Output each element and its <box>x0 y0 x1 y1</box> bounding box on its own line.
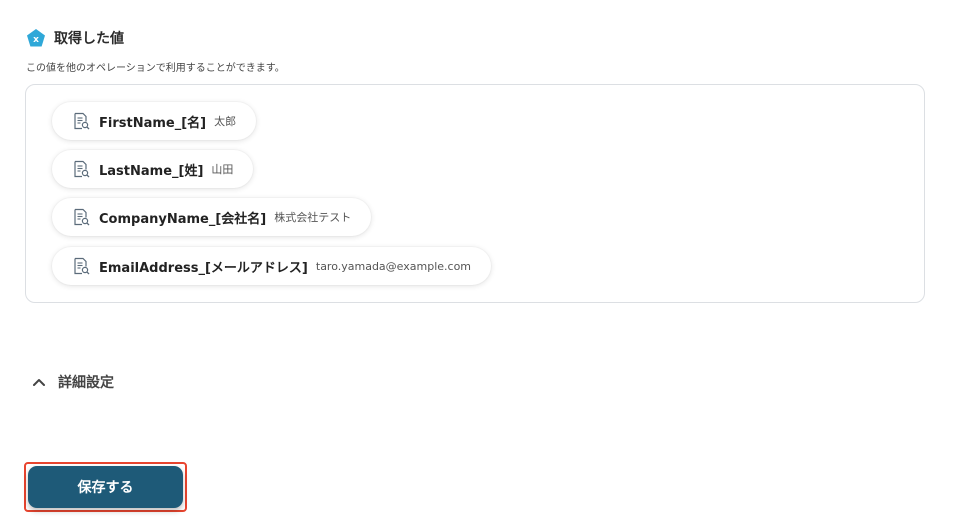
chip-key: LastName_[姓] <box>99 163 204 179</box>
save-button[interactable]: 保存する <box>28 466 183 508</box>
chip-key: FirstName_[名] <box>99 115 207 131</box>
variable-pentagon-icon: x <box>27 29 45 47</box>
output-section-header: x 取得した値 <box>26 28 124 48</box>
save-button-highlight: 保存する <box>24 462 187 512</box>
document-search-icon <box>74 160 90 178</box>
output-chip-emailaddress[interactable]: EmailAddress_[メールアドレス] taro.yamada@examp… <box>52 247 492 285</box>
chip-value: taro.yamada@example.com <box>315 259 472 273</box>
chip-value: 太郎 <box>214 115 237 128</box>
section-description: この値を他のオペレーションで利用することができます。 <box>26 63 285 74</box>
document-search-icon <box>74 257 90 275</box>
document-search-icon <box>74 112 90 130</box>
output-chip-lastname[interactable]: LastName_[姓] 山田 <box>52 150 254 188</box>
section-title: 取得した値 <box>54 31 124 47</box>
chip-value: 山田 <box>211 163 234 176</box>
output-chip-firstname[interactable]: FirstName_[名] 太郎 <box>52 102 257 140</box>
advanced-settings-label: 詳細設定 <box>58 375 114 391</box>
pentagon-icon-letter: x <box>33 35 39 45</box>
document-search-icon <box>74 208 90 226</box>
advanced-settings-toggle[interactable]: 詳細設定 <box>32 372 114 392</box>
chip-key: CompanyName_[会社名] <box>99 211 267 227</box>
chevron-up-icon <box>33 379 45 386</box>
output-values-panel: FirstName_[名] 太郎 LastName_[姓] 山田 Company… <box>25 84 925 303</box>
chip-value: 株式会社テスト <box>274 211 352 224</box>
output-chip-companyname[interactable]: CompanyName_[会社名] 株式会社テスト <box>52 198 372 236</box>
chip-key: EmailAddress_[メールアドレス] <box>99 260 308 276</box>
